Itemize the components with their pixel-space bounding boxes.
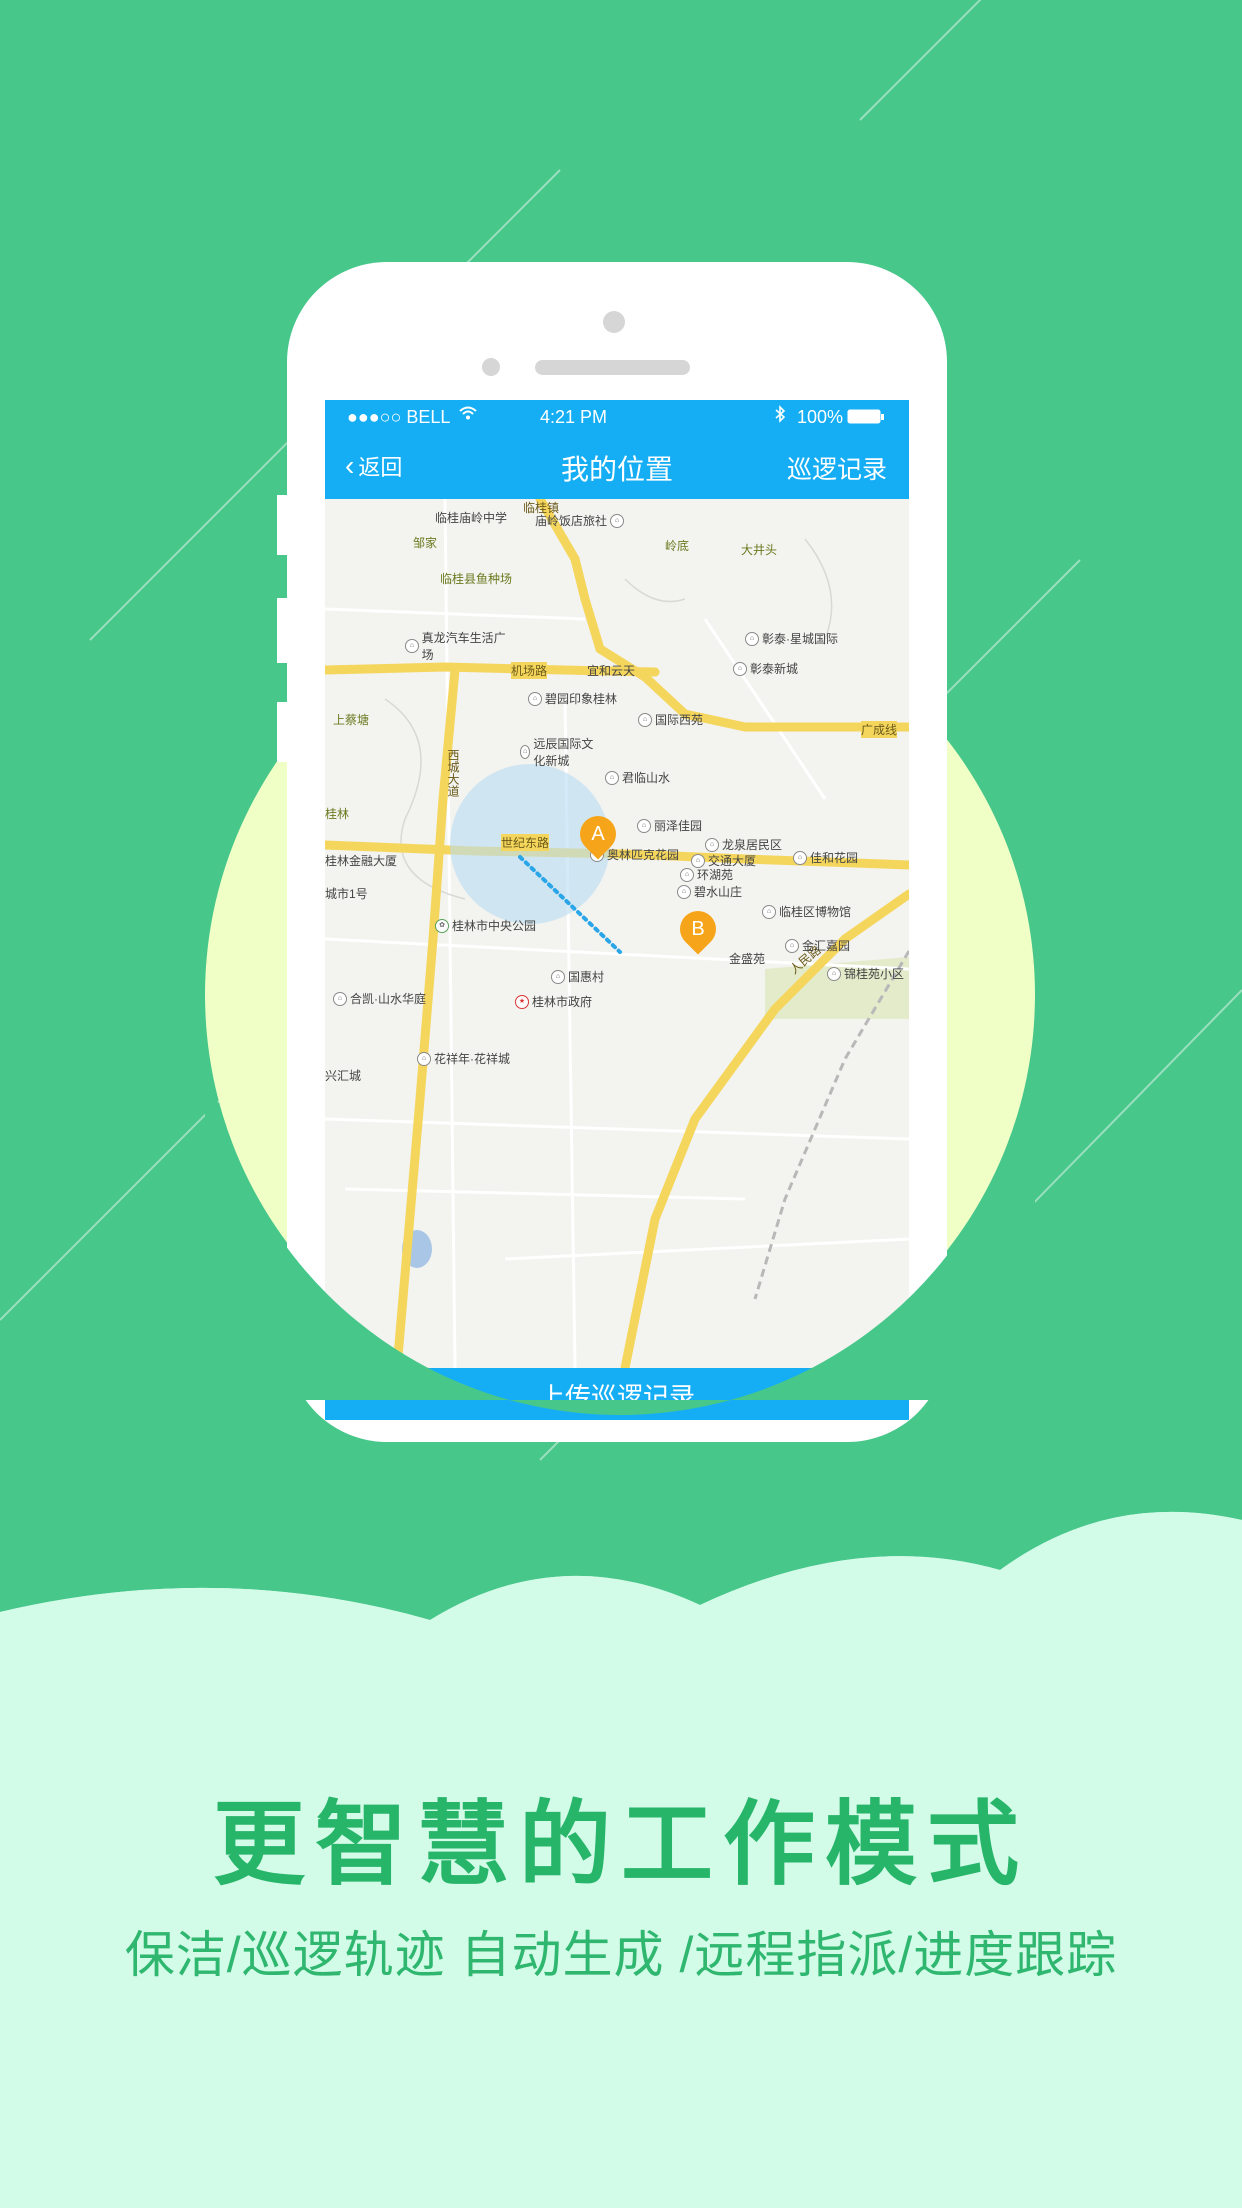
- map-poi: ⌂ 碧园印象桂林: [528, 690, 617, 707]
- map-poi: ⌂ 彰泰·星城国际: [745, 630, 838, 647]
- map-poi: ⌂ 临桂区博物馆: [762, 903, 851, 920]
- map-poi: ⌂ 国惠村: [551, 968, 604, 985]
- map-poi: ⌂ 锦桂苑小区: [827, 965, 904, 982]
- status-time: 4:21 PM: [540, 407, 608, 427]
- patrol-records-button[interactable]: 巡逻记录: [787, 450, 887, 486]
- map-view[interactable]: 临桂镇 机场路 西城大道 世纪东路 广成线 人民路 临桂庙岭中学 庙岭饭店旅社 ⌂…: [325, 499, 909, 1368]
- headline: 更智慧的工作模式: [212, 1794, 1029, 1896]
- carrier-label: ●●●○○ BELL: [347, 407, 451, 427]
- map-poi: ⌂ 金汇嘉园: [785, 937, 850, 954]
- road-label: 机场路: [511, 662, 548, 679]
- upload-patrol-record-button[interactable]: 上传巡逻记录: [325, 1368, 909, 1420]
- map-poi: ⌂ 国际西苑: [638, 711, 703, 728]
- front-camera: [603, 311, 625, 333]
- map-poi: ★ 桂林市政府: [515, 993, 592, 1010]
- map-poi: 庙岭饭店旅社 ⌂: [535, 512, 627, 529]
- area-label: 桂林: [325, 807, 350, 821]
- map-poi: 宜和云天: [587, 664, 636, 678]
- earpiece-speaker: [535, 360, 690, 375]
- map-poi: 兴汇城: [325, 1069, 362, 1083]
- map-poi: ⌂ 花祥年·花祥城: [417, 1050, 510, 1067]
- map-poi: ✿ 桂林市中央公园: [435, 917, 536, 934]
- status-bar: ●●●○○ BELL 4:21 PM 100%: [325, 400, 909, 434]
- map-poi: 城市1号: [325, 887, 368, 901]
- road-label: 世纪东路: [501, 834, 550, 851]
- map-poi: ⌂ 合凯·山水华庭: [333, 990, 426, 1007]
- phone-screen: ●●●○○ BELL 4:21 PM 100% ‹ 返回 我的位置 巡逻记录 临…: [325, 400, 909, 1420]
- map-poi: ⌂ 真龙汽车生活广场: [405, 629, 515, 663]
- area-label: 上蔡塘: [333, 713, 370, 727]
- map-poi: ⌂ 佳和花园: [793, 849, 858, 866]
- map-poi: ⌂ 碧水山庄: [677, 883, 742, 900]
- bluetooth-icon: [774, 405, 786, 428]
- battery-icon: [847, 409, 885, 430]
- area-label: 岭底: [665, 539, 690, 553]
- proximity-sensor: [482, 358, 500, 376]
- map-poi: ⌂ 彰泰新城: [733, 660, 798, 677]
- start-marker[interactable]: A: [572, 808, 624, 860]
- map-poi: ⌂ 丽泽佳园: [637, 817, 702, 834]
- subheadline: 保洁/巡逻轨迹 自动生成 /远程指派/进度跟踪: [124, 1927, 1118, 1983]
- area-label: 大井头: [741, 543, 778, 557]
- map-poi: 金盛苑: [729, 952, 766, 966]
- map-poi: ⌂ 远辰国际文化新城: [520, 735, 600, 769]
- map-poi: ⌂ 君临山水: [605, 769, 670, 786]
- area-label: 临桂县鱼种场: [440, 572, 513, 586]
- battery-percent: 100%: [797, 407, 844, 427]
- map-poi: ⌂ 环湖苑: [680, 866, 733, 883]
- wifi-icon: [458, 405, 478, 426]
- map-poi: 临桂庙岭中学: [435, 511, 508, 525]
- area-label: 邹家: [413, 536, 438, 550]
- road-label: 西城大道: [446, 749, 460, 797]
- map-poi: 桂林金融大厦: [325, 854, 398, 868]
- road-label: 广成线: [861, 721, 898, 738]
- nav-bar: ‹ 返回 我的位置 巡逻记录: [325, 434, 909, 499]
- map-poi: ⌂ 龙泉居民区: [705, 836, 782, 853]
- end-marker[interactable]: B: [672, 903, 724, 955]
